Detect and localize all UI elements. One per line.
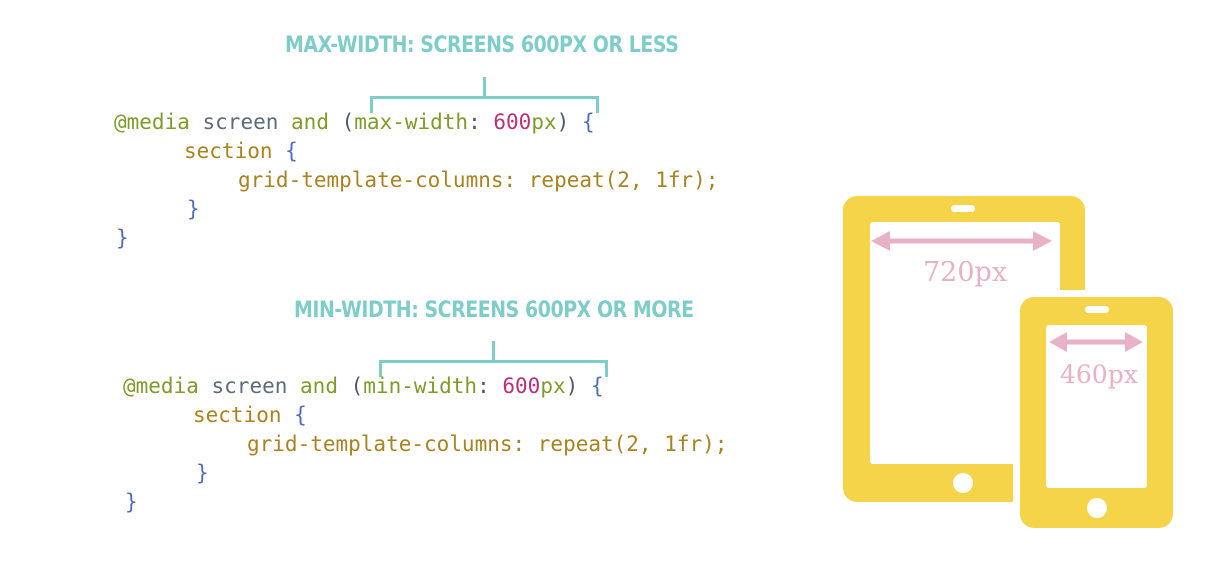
phone-width-label: 460px — [1060, 360, 1138, 389]
phone-speaker — [1085, 306, 1109, 313]
tablet-speaker — [951, 205, 975, 212]
tablet-home-button — [953, 473, 973, 493]
tablet-width-label: 720px — [923, 257, 1008, 288]
devices-illustration — [843, 196, 1180, 535]
phone-screen — [1046, 325, 1147, 488]
phone-home-button — [1087, 498, 1107, 518]
phone-icon — [1020, 297, 1173, 528]
